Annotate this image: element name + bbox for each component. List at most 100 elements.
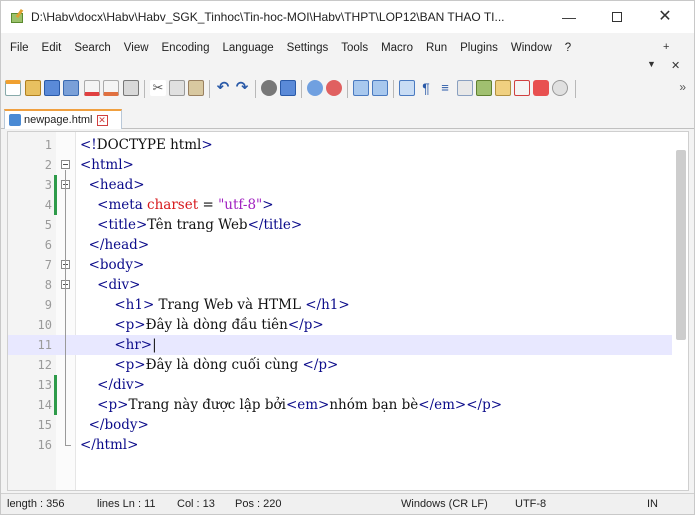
line-number: 11 (37, 338, 52, 352)
menu-plugins[interactable]: Plugins (460, 42, 498, 54)
close-icon[interactable] (84, 80, 100, 96)
line-number: 8 (44, 278, 52, 292)
code-line[interactable]: 13 </div> (8, 375, 672, 395)
all-chars-icon[interactable]: ¶ (418, 80, 434, 96)
code-text: </body> (80, 415, 149, 435)
line-number: 15 (37, 418, 52, 432)
code-token-tag: <div> (97, 277, 141, 293)
zoom-in-icon[interactable] (307, 80, 323, 96)
undo-icon[interactable]: ↶ (215, 80, 231, 96)
line-number: 12 (37, 358, 52, 372)
maximize-button[interactable] (603, 7, 631, 27)
code-line[interactable]: 2 <html> (8, 155, 672, 175)
save-all-icon[interactable] (63, 80, 79, 96)
menu-tools[interactable]: Tools (341, 42, 368, 54)
word-wrap-icon[interactable] (399, 80, 415, 96)
line-number: 14 (37, 398, 52, 412)
line-number: 13 (37, 378, 52, 392)
open-file-icon[interactable] (25, 80, 41, 96)
code-line[interactable]: 14 <p>Trang này được lập bởi<em>nhóm bạn… (8, 395, 672, 415)
code-line[interactable]: 12 <p>Đây là dòng cuối cùng </p> (8, 355, 672, 375)
function-list-icon[interactable] (476, 80, 492, 96)
code-line[interactable]: 3 <head> (8, 175, 672, 195)
code-line[interactable]: 1 <!DOCTYPE html> (8, 135, 672, 155)
close-all-icon[interactable] (103, 80, 119, 96)
code-line[interactable]: 8 <div> (8, 275, 672, 295)
code-token-tag: </p> (302, 357, 339, 373)
code-line[interactable]: 11 <hr>| (8, 335, 672, 355)
code-line[interactable]: 9 <h1> Trang Web và HTML </h1> (8, 295, 672, 315)
change-marker (54, 175, 57, 195)
sync-h-icon[interactable] (372, 80, 388, 96)
menu-view[interactable]: View (124, 42, 149, 54)
replace-icon[interactable] (280, 80, 296, 96)
find-icon[interactable] (261, 80, 277, 96)
code-line[interactable]: 15 </body> (8, 415, 672, 435)
code-token-tag: <html> (80, 157, 134, 173)
zoom-out-icon[interactable] (326, 80, 342, 96)
fold-guide (65, 170, 66, 445)
code-text: <h1> Trang Web và HTML </h1> (80, 295, 349, 315)
cut-icon[interactable]: ✂ (150, 80, 166, 96)
copy-icon[interactable] (169, 80, 185, 96)
menu-edit[interactable]: Edit (42, 42, 62, 54)
save-icon[interactable] (44, 80, 60, 96)
code-line[interactable]: 7 <body> (8, 255, 672, 275)
close-window-button[interactable]: ✕ (651, 7, 679, 27)
code-line[interactable]: 10 <p>Đây là dòng đầu tiên</p> (8, 315, 672, 335)
tab-newpage-html[interactable]: newpage.html ✕ (4, 109, 122, 129)
status-pos: Pos : 220 (235, 498, 282, 510)
code-token-tag: </body> (88, 417, 149, 433)
toolbar: ✂ ↶ ↷ ¶ ≡ (1, 77, 694, 101)
dropdown-arrow-icon[interactable]: ▼ (647, 59, 656, 69)
minimize-button[interactable]: — (555, 7, 583, 27)
code-line[interactable]: 6 </head> (8, 235, 672, 255)
menu-search[interactable]: Search (74, 42, 110, 54)
indent-guide-icon[interactable]: ≡ (437, 80, 453, 96)
redo-icon[interactable]: ↷ (234, 80, 250, 96)
code-token-tag: <p> (97, 397, 129, 413)
paste-icon[interactable] (188, 80, 204, 96)
vertical-scrollbar[interactable] (676, 150, 686, 340)
doc-map-icon[interactable] (457, 80, 473, 96)
status-encoding[interactable]: UTF-8 (515, 498, 546, 510)
fold-toggle-icon[interactable] (61, 160, 70, 169)
menu-file[interactable]: File (10, 42, 29, 54)
menu-plus-button[interactable]: + (663, 41, 669, 53)
notepadpp-window: D:\Habv\docx\Habv\Habv_SGK_Tinhoc\Tin-ho… (0, 0, 695, 515)
new-file-icon[interactable] (5, 80, 21, 96)
tab-bar: newpage.html ✕ (1, 107, 694, 129)
monitor-icon[interactable] (514, 80, 530, 96)
menu-encoding[interactable]: Encoding (162, 42, 210, 54)
menu-macro[interactable]: Macro (381, 42, 413, 54)
menu-language[interactable]: Language (222, 42, 273, 54)
folder-workspace-icon[interactable] (495, 80, 511, 96)
close-document-button[interactable]: ✕ (671, 59, 680, 72)
code-token-tag: </p> (287, 317, 324, 333)
code-token-tag: <meta (97, 197, 148, 213)
code-line[interactable]: 5 <title>Tên trang Web</title> (8, 215, 672, 235)
menu-window[interactable]: Window (511, 42, 552, 54)
menu-run[interactable]: Run (426, 42, 447, 54)
code-token-txt: Tên trang Web (147, 217, 248, 233)
status-eol[interactable]: Windows (CR LF) (401, 498, 488, 510)
code-line[interactable]: 16 </html> (8, 435, 672, 455)
toolbar-overflow-icon[interactable]: » (679, 80, 686, 94)
print-icon[interactable] (123, 80, 139, 96)
document-icon (9, 114, 21, 126)
record-icon[interactable] (533, 80, 549, 96)
menu-settings[interactable]: Settings (287, 42, 329, 54)
line-number: 16 (37, 438, 52, 452)
tab-close-icon[interactable]: ✕ (96, 114, 108, 126)
code-line[interactable]: 4 <meta charset = "utf-8"> (8, 195, 672, 215)
menu-help[interactable]: ? (565, 42, 571, 54)
code-editor[interactable]: 1 <!DOCTYPE html> 2 <html> 3 <head> 4 <meta c… (7, 131, 689, 491)
code-token-tag: <title> (97, 217, 148, 233)
code-token-txt: DOCTYPE html (96, 137, 202, 153)
sync-v-icon[interactable] (353, 80, 369, 96)
play-icon[interactable] (552, 80, 568, 96)
